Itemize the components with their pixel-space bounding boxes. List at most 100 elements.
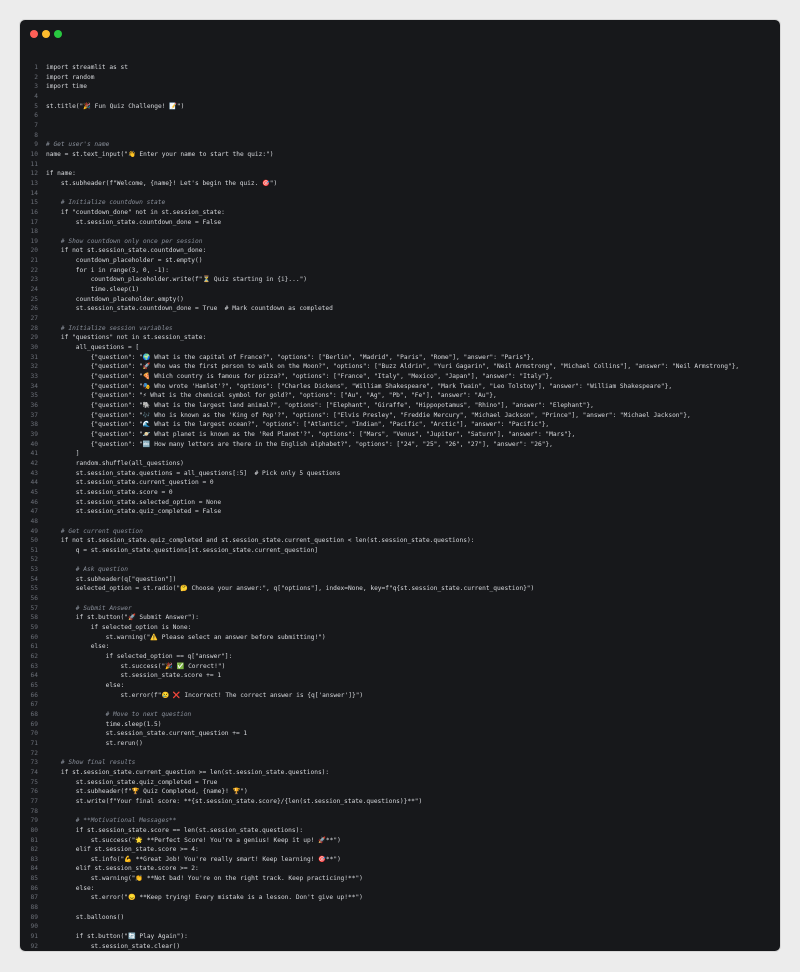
line-number: 90 [30,923,38,931]
line-number: 2 [34,73,38,81]
code-line: 87 st.error("😞 **Keep trying! Every mist… [20,893,780,903]
line-number: 35 [30,392,38,400]
line-number: 91 [30,933,38,941]
code-line: 58 if st.button("🚀 Submit Answer"): [20,613,780,623]
line-number: 75 [30,778,38,786]
line-number: 30 [30,344,38,352]
code-line: 40 {"question": "🔤 How many letters are … [20,440,780,450]
code-text: {"question": "🔤 How many letters are the… [46,440,553,448]
line-number: 68 [30,710,38,718]
line-number: 24 [30,286,38,294]
code-line: 57 # Submit Answer [20,604,780,614]
code-text: q = st.session_state.questions[st.sessio… [46,546,318,554]
code-line: 50 if not st.session_state.quiz_complete… [20,536,780,546]
code-text: if "countdown_done" not in st.session_st… [46,208,225,216]
code-text: all_questions = [ [46,344,140,352]
code-text: else: [46,643,110,651]
line-number: 56 [30,595,38,603]
window-titlebar [20,20,780,48]
code-line: 36 {"question": "🐘 What is the largest l… [20,401,780,411]
line-number: 22 [30,266,38,274]
line-number: 26 [30,305,38,313]
code-text: if selected_option is None: [46,624,192,632]
code-text: if not st.session_state.quiz_completed a… [46,537,475,545]
code-line: 22 for i in range(3, 0, -1): [20,266,780,276]
code-text: countdown_placeholder = st.empty() [46,257,203,265]
code-line: 41 ] [20,449,780,459]
line-number: 33 [30,373,38,380]
line-number: 34 [30,382,38,390]
line-number: 41 [30,450,38,458]
code-line: 88 [20,903,780,913]
line-number: 78 [30,807,38,815]
code-text: st.session_state.current_question = 0 [46,479,214,487]
line-number: 21 [30,257,38,265]
code-line: 91 if st.button("🔄 Play Again"): [20,932,780,942]
code-text: st.session_state.clear() [46,942,181,950]
zoom-dot-icon[interactable] [54,30,62,38]
code-line: 71 st.rerun() [20,739,780,749]
code-text: if name: [46,170,76,178]
line-number: 8 [34,131,38,139]
code-line: 46 st.session_state.selected_option = No… [20,498,780,508]
code-line: 14 [20,189,780,199]
minimize-dot-icon[interactable] [42,30,50,38]
line-number: 74 [30,768,38,776]
code-line: 85 st.warning("👏 **Not bad! You're on th… [20,874,780,884]
code-text: if st.session_state.score == len(st.sess… [46,826,304,834]
code-line: 64 st.session_state.score += 1 [20,671,780,681]
line-number: 80 [30,826,38,834]
line-number: 7 [34,121,38,129]
code-line: 66 st.error(f"😢 ❌ Incorrect! The correct… [20,691,780,701]
code-line: 9 # Get user's name [20,140,780,150]
code-text: st.session_state.score = 0 [46,488,173,496]
code-line: 25 countdown_placeholder.empty() [20,295,780,305]
code-text: st.session_state.countdown_done = False [46,218,222,226]
code-text: ] [46,450,80,458]
line-number: 29 [30,334,38,342]
line-number: 57 [30,604,38,612]
code-line: 81 st.success("🌟 **Perfect Score! You're… [20,836,780,846]
code-text: {"question": "🐘 What is the largest land… [46,401,594,409]
line-number: 64 [30,672,38,680]
code-text: time.sleep(1) [46,286,140,294]
code-line: 42 random.shuffle(all_questions) [20,459,780,469]
code-text: st.error("😞 **Keep trying! Every mistake… [46,894,363,902]
code-line: 5 st.title("🎉 Fun Quiz Challenge! 📝") [20,102,780,112]
code-text: st.warning("👏 **Not bad! You're on the r… [46,875,363,883]
code-text: elif st.session_state.score >= 4: [46,846,199,854]
line-number: 51 [30,546,38,554]
code-line: 29 if "questions" not in st.session_stat… [20,333,780,343]
code-line: 43 st.session_state.questions = all_ques… [20,469,780,479]
close-dot-icon[interactable] [30,30,38,38]
code-line: 26 st.session_state.countdown_done = Tru… [20,304,780,314]
code-line: 56 [20,594,780,604]
code-text: st.subheader(q["question"]) [46,575,177,583]
code-text: else: [46,884,95,892]
line-number: 63 [30,662,38,670]
code-line: 34 {"question": "🎭 Who wrote 'Hamlet'?",… [20,382,780,392]
line-number: 13 [30,179,38,187]
line-number: 39 [30,430,38,438]
code-text: random.shuffle(all_questions) [46,459,184,467]
code-line: 13 st.subheader(f"Welcome, {name}! Let's… [20,179,780,189]
line-number: 85 [30,875,38,883]
code-line: 19 # Show countdown only once per sessio… [20,237,780,247]
code-text: st.subheader(f"🏆 Quiz Completed, {name}!… [46,788,248,796]
code-text: # Show countdown only once per session [46,237,203,245]
line-number: 43 [30,469,38,477]
code-text: st.balloons() [46,913,125,921]
code-line: 65 else: [20,681,780,691]
code-line: 28 # Initialize session variables [20,324,780,334]
line-number: 38 [30,421,38,429]
line-number: 65 [30,682,38,689]
line-number: 16 [30,208,38,216]
line-number: 6 [34,112,38,120]
code-text: countdown_placeholder.empty() [46,295,184,303]
code-line: 16 if "countdown_done" not in st.session… [20,208,780,218]
line-number: 25 [30,295,38,303]
code-text: name = st.text_input("👋 Enter your name … [46,150,274,158]
code-text: {"question": "🍕 Which country is famous … [46,373,553,380]
code-text: st.session_state.score += 1 [46,672,222,680]
line-number: 60 [30,633,38,641]
